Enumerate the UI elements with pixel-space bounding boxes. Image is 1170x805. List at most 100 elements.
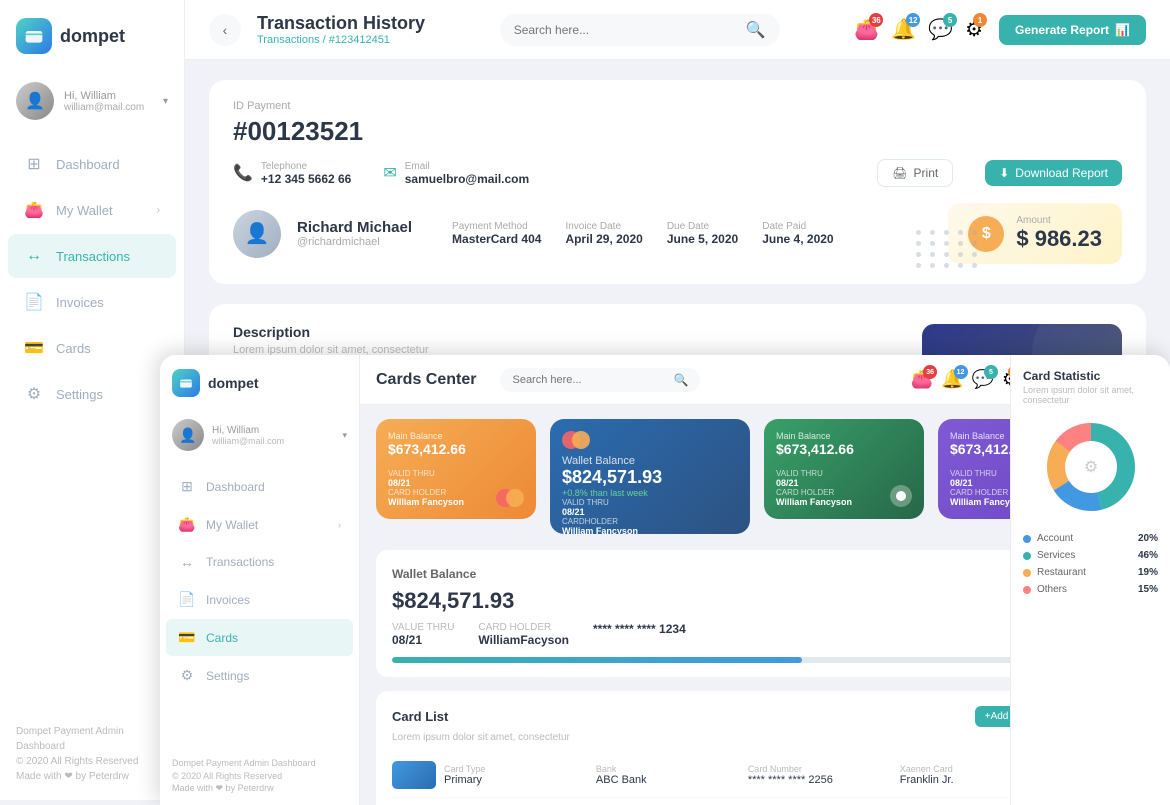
telephone-value: +12 345 5662 66	[261, 172, 351, 186]
sidebar-item-invoices[interactable]: 📄 Invoices	[8, 280, 176, 324]
breadcrumb-link[interactable]: Transactions	[257, 34, 320, 46]
cs-wallet-icon: 👛	[178, 516, 196, 533]
person-info: Richard Michael @richardmichael	[297, 219, 412, 248]
email-item: ✉ Email samuelbro@mail.com	[383, 161, 529, 186]
bank-col-1: Bank ABC Bank	[596, 764, 740, 786]
card-green[interactable]: Main Balance $673,412.66 VALID THRU 08/2…	[764, 419, 924, 519]
avatar: 👤	[16, 82, 54, 120]
description-title: Description	[233, 324, 902, 340]
wd-title: Wallet Balance	[392, 567, 476, 581]
print-button[interactable]: 🖨 Print	[877, 159, 953, 187]
gear-count: 1	[973, 13, 987, 27]
transactions-icon: ↔	[24, 246, 44, 266]
bell-badge[interactable]: 🔔 12	[891, 17, 916, 42]
cs-nav-invoices[interactable]: 📄 Invoices	[166, 581, 353, 618]
legend-restaurant: Restaurant 19%	[1023, 567, 1158, 578]
wallet-arrow: ›	[157, 205, 160, 216]
card-green-holder-value: William Fancyson	[776, 497, 852, 507]
legend-restaurant-pct: 19%	[1138, 567, 1158, 578]
cs-nav-label-settings: Settings	[206, 669, 249, 683]
sidebar-item-transactions[interactable]: ↔ Transactions	[8, 234, 176, 278]
user-profile[interactable]: 👤 Hi, William william@mail.com ▾	[0, 72, 184, 130]
donut-chart: ⚙	[1041, 417, 1141, 517]
sidebar-item-cards[interactable]: 💳 Cards	[8, 326, 176, 370]
gear-badge[interactable]: ⚙ 1	[965, 17, 983, 42]
generate-report-button[interactable]: Generate Report 📊	[999, 15, 1146, 45]
card-orange-bottom: VALID THRU 08/21 CARD HOLDER William Fan…	[388, 469, 524, 507]
cs-nav-settings[interactable]: ⚙ Settings	[166, 657, 353, 694]
back-button[interactable]: ‹	[209, 14, 241, 46]
cs-nav-transactions[interactable]: ↔ Transactions	[166, 544, 353, 580]
cs-nav-label-invoices: Invoices	[206, 593, 250, 607]
payment-contact-row: 📞 Telephone +12 345 5662 66 ✉ Email samu…	[233, 159, 1122, 187]
cs-avatar: 👤	[172, 419, 204, 451]
amount-value: $ 986.23	[1016, 226, 1102, 252]
user-info: Hi, William william@mail.com	[64, 90, 153, 113]
due-date-item: Due Date June 5, 2020	[667, 221, 738, 246]
cards-user[interactable]: 👤 Hi, William william@mail.com ▾	[160, 411, 359, 459]
settings-icon: ⚙	[24, 384, 44, 404]
nav-label-wallet: My Wallet	[56, 203, 113, 218]
cards-search: 🔍	[500, 368, 700, 392]
payment-id: #00123521	[233, 116, 1122, 147]
cards-search-icon: 🔍	[674, 373, 689, 387]
cs-nav-label-wallet: My Wallet	[206, 518, 258, 532]
cards-chat-badge[interactable]: 💬 5	[972, 369, 994, 390]
card-orange-holder-label: CARD HOLDER William Fancyson	[388, 488, 464, 507]
wallet-badge[interactable]: 👛 36	[854, 17, 879, 42]
search-bar: 🔍	[500, 14, 780, 46]
due-date-value: June 5, 2020	[667, 232, 738, 246]
invoice-date-item: Invoice Date April 29, 2020	[565, 221, 642, 246]
person-row: 👤 Richard Michael @richardmichael Paymen…	[233, 203, 1122, 264]
download-button[interactable]: ⬇ Download Report	[985, 160, 1122, 186]
cards-wallet-badge[interactable]: 👛 36	[911, 369, 933, 390]
header-icons: 👛 36 🔔 12 💬 5 ⚙ 1	[854, 17, 983, 42]
card-type-col-1: Card Type Primary	[444, 764, 588, 786]
card-orange-valid-label: VALID THRU 08/21	[388, 469, 464, 488]
wd-card-number: **** **** **** 1234	[593, 622, 686, 636]
cs-nav-cards[interactable]: 💳 Cards	[166, 619, 353, 656]
cards-sidebar: dompet 👤 Hi, William william@mail.com ▾ …	[160, 355, 360, 805]
stat-subtitle: Lorem ipsum dolor sit amet, consectetur	[1023, 385, 1158, 405]
sidebar-item-dashboard[interactable]: ⊞ Dashboard	[8, 142, 176, 186]
sidebar-item-mywallet[interactable]: 👛 My Wallet ›	[8, 188, 176, 232]
page-title: Transaction History	[257, 13, 425, 34]
chat-badge[interactable]: 💬 5	[928, 17, 953, 42]
print-label: Print	[914, 166, 939, 180]
cards-bell-badge[interactable]: 🔔 12	[941, 369, 963, 390]
card-green-amount: $673,412.66	[776, 441, 912, 457]
cs-nav-dashboard[interactable]: ⊞ Dashboard	[166, 468, 353, 505]
date-paid-item: Date Paid June 4, 2020	[762, 221, 833, 246]
legend-account-dot	[1023, 535, 1031, 543]
cards-app-name: dompet	[208, 375, 259, 391]
cs-cards-icon: 💳	[178, 629, 196, 646]
sidebar-nav: ⊞ Dashboard 👛 My Wallet › ↔ Transactions…	[0, 130, 184, 708]
cards-search-input[interactable]	[512, 374, 667, 386]
payment-id-label: ID Payment	[233, 100, 1122, 112]
cs-nav-wallet[interactable]: 👛 My Wallet ›	[166, 506, 353, 543]
top-header: ‹ Transaction History Transactions / #12…	[185, 0, 1170, 60]
cards-chat-count: 5	[984, 365, 998, 379]
wd-progress-fill	[392, 657, 802, 663]
search-input[interactable]	[514, 23, 738, 37]
telephone-item: 📞 Telephone +12 345 5662 66	[233, 161, 351, 186]
bell-count: 12	[906, 13, 920, 27]
cs-settings-icon: ⚙	[178, 667, 196, 684]
cs-email: william@mail.com	[212, 436, 284, 446]
sidebar-item-settings[interactable]: ⚙ Settings	[8, 372, 176, 416]
download-icon: ⬇	[999, 166, 1009, 180]
legend-services-dot	[1023, 552, 1031, 560]
telephone-label: Telephone	[261, 161, 351, 172]
cs-footer: Dompet Payment Admin Dashboard © 2020 Al…	[160, 747, 359, 805]
user-email: william@mail.com	[64, 102, 153, 113]
card-blue-dark[interactable]: Wallet Balance $824,571.93 +0.8% than la…	[550, 419, 750, 534]
wd-valid-item: VALUE THRU 08/21	[392, 622, 454, 647]
cs-transactions-icon: ↔	[178, 554, 196, 570]
person-handle: @richardmichael	[297, 236, 412, 248]
cards-bell-count: 12	[954, 365, 968, 379]
wd-holder-label: CARD HOLDER	[478, 622, 569, 633]
card-orange[interactable]: Main Balance $673,412.66 VALID THRU 08/2…	[376, 419, 536, 519]
cards-center-title: Cards Center	[376, 371, 476, 389]
card-green-holder-label: CARD HOLDER William Fancyson	[776, 488, 852, 507]
cards-wallet-count: 36	[923, 365, 937, 379]
